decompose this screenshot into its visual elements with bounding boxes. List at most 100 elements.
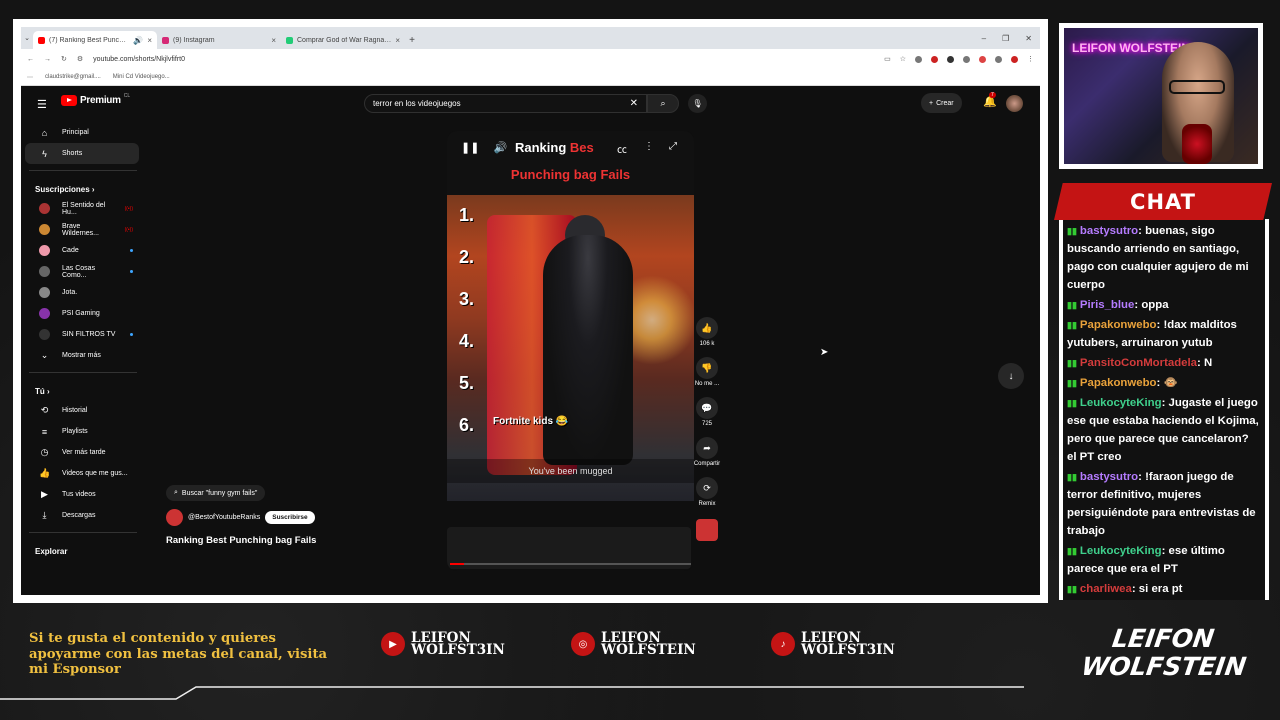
- restore-icon[interactable]: ❐: [1002, 34, 1009, 43]
- volume-icon[interactable]: 🔊: [493, 141, 507, 154]
- extension-icon[interactable]: [947, 55, 954, 63]
- sponsor-text: Si te gusta el contenido y quieres apoya…: [29, 631, 328, 677]
- reload-icon[interactable]: ↻: [61, 55, 67, 63]
- channel-avatar: [39, 224, 50, 235]
- webcam-feed: LEIFON WOLFSTEIN: [1064, 28, 1258, 164]
- site-info-icon[interactable]: ⚙: [77, 55, 83, 63]
- chat-username: bastysutro: [1079, 225, 1139, 237]
- channel-avatar: [39, 308, 50, 319]
- subscribe-button[interactable]: Suscribirse: [265, 511, 315, 524]
- sidebar-item-downloads[interactable]: ⤓ Descargas: [25, 505, 139, 526]
- chat-username: Piris_blue: [1079, 299, 1135, 311]
- menu-icon[interactable]: ⋮: [1027, 55, 1034, 63]
- like-button[interactable]: 👍 106 k: [696, 317, 718, 347]
- show-more-button[interactable]: ⌄ Mostrar más: [25, 345, 139, 366]
- extension-icon[interactable]: [931, 55, 938, 63]
- sidebar-item-subscription[interactable]: Cade: [25, 240, 139, 261]
- close-window-icon[interactable]: ✕: [1025, 34, 1032, 43]
- sidebar-item-subscription[interactable]: SIN FILTROS TV: [25, 324, 139, 345]
- avatar[interactable]: [1006, 95, 1023, 112]
- close-tab-icon[interactable]: ×: [147, 36, 152, 45]
- short-actions: 👍 106 k 👎 No me ... 💬 725 ➦ Compartir ⟳ Remix: [687, 317, 727, 541]
- pause-icon[interactable]: ❚❚: [461, 141, 479, 154]
- you-heading[interactable]: Tú ›: [21, 379, 145, 400]
- social-youtube: ▶ LEIFON WOLFST3IN: [381, 631, 505, 657]
- ranking-number: 3.: [459, 289, 475, 309]
- search-suggestion-pill[interactable]: ⌕ Buscar "funny gym fails": [166, 485, 266, 501]
- sidebar-item-like[interactable]: 👍 Videos que me gus...: [25, 463, 139, 484]
- channel-avatar[interactable]: [166, 509, 183, 526]
- speaker-icon[interactable]: 🔊: [133, 36, 143, 45]
- sidebar-item-my-videos[interactable]: ▶ Tus videos: [25, 484, 139, 505]
- audio-source-thumbnail[interactable]: [696, 519, 718, 541]
- hamburger-menu-icon[interactable]: ☰: [37, 98, 47, 111]
- create-button[interactable]: + Crear: [921, 93, 962, 113]
- divider: [29, 532, 137, 533]
- apps-icon[interactable]: ⋯: [27, 74, 33, 81]
- close-tab-icon[interactable]: ×: [395, 36, 400, 45]
- url-field[interactable]: youtube.com/shorts/Nkjlvfifrt0: [93, 56, 185, 63]
- channel-name[interactable]: @BestofYoutubeRanks: [188, 514, 260, 521]
- glasses-image: [1169, 80, 1225, 94]
- home-icon: ⌂: [41, 127, 48, 138]
- sidebar-item-subscription[interactable]: Jota.: [25, 282, 139, 303]
- progress-bar[interactable]: [450, 563, 691, 565]
- profile-icon[interactable]: [1011, 55, 1018, 63]
- remix-button[interactable]: ⟳ Remix: [696, 477, 718, 507]
- search-button[interactable]: ⌕: [647, 94, 679, 113]
- subscriptions-heading[interactable]: Suscripciones ›: [21, 177, 145, 198]
- sidebar-item-label: Principal: [62, 129, 89, 136]
- dislike-button[interactable]: 👎 No me ...: [695, 357, 719, 387]
- sidebar-item-subscription[interactable]: Las Cosas Como...: [25, 261, 139, 282]
- sidebar-item-label: Playlists: [62, 428, 88, 435]
- bookmark-mini[interactable]: Mini Cd Videojuego...: [113, 74, 170, 80]
- more-options-icon[interactable]: ⋮: [644, 141, 654, 152]
- sidebar-item-playlists[interactable]: ≡ Playlists: [25, 421, 139, 442]
- search-input[interactable]: terror en los videojuegos ✕: [364, 94, 647, 113]
- sidebar-item-subscription[interactable]: PSI Gaming: [25, 303, 139, 324]
- cast-icon[interactable]: ▭: [884, 55, 891, 63]
- voice-search-button[interactable]: 🎙: [688, 94, 707, 113]
- bookmark-gmail[interactable]: claudstrike@gmail....: [45, 74, 101, 80]
- sidebar-item-history[interactable]: ⟲ Historial: [25, 400, 139, 421]
- person-image: [543, 235, 633, 465]
- sidebar-item-principal[interactable]: ⌂ Principal: [25, 122, 139, 143]
- next-short-button[interactable]: ↓: [998, 363, 1024, 389]
- short-player[interactable]: Ranking Bes Punching bag Fails ❚❚ 🔊 ㏄ ⋮ …: [447, 131, 694, 571]
- webcam-frame: LEIFON WOLFSTEIN: [1059, 23, 1263, 169]
- share-button[interactable]: ➦ Compartir: [694, 437, 720, 467]
- extension-icon[interactable]: [995, 55, 1002, 63]
- minimize-icon[interactable]: –: [982, 34, 986, 43]
- clear-search-icon[interactable]: ✕: [630, 98, 638, 109]
- notifications-button[interactable]: 🔔 7: [983, 92, 997, 108]
- watch-later-icon: ◷: [40, 447, 49, 457]
- comments-button[interactable]: 💬 725: [696, 397, 718, 427]
- forward-icon[interactable]: →: [44, 56, 51, 63]
- sidebar-item-subscription[interactable]: El Sentido del Hu... ((•)): [25, 198, 139, 219]
- microphone-icon: 🎙: [692, 99, 703, 108]
- new-content-dot: [130, 270, 133, 273]
- gmail-extension-icon[interactable]: [979, 55, 986, 63]
- back-icon[interactable]: ←: [27, 56, 34, 63]
- sidebar-item-subscription[interactable]: Brave Wildernes... ((•)): [25, 219, 139, 240]
- bookmark-star-icon[interactable]: ☆: [900, 55, 906, 63]
- close-tab-icon[interactable]: ×: [271, 36, 276, 45]
- fullscreen-icon[interactable]: ⤢: [669, 141, 677, 152]
- chat-text: : oppa: [1134, 299, 1169, 311]
- extension-icon[interactable]: [963, 55, 970, 63]
- tab-search-icon[interactable]: ⌄: [21, 27, 33, 49]
- tab-youtube[interactable]: (7) Ranking Best Punching 🔊 ×: [33, 31, 157, 49]
- tab-instagram[interactable]: (9) Instagram ×: [157, 31, 281, 49]
- captions-icon[interactable]: ㏄: [617, 141, 627, 156]
- sidebar-item-watch-later[interactable]: ◷ Ver más tarde: [25, 442, 139, 463]
- extension-icon[interactable]: [915, 55, 922, 63]
- new-tab-button[interactable]: +: [405, 31, 419, 49]
- arrow-down-icon: ↓: [1008, 370, 1014, 382]
- youtube-premium-logo[interactable]: Premium CL: [61, 93, 130, 106]
- sidebar-item-shorts[interactable]: ϟ Shorts: [25, 143, 139, 164]
- chat-username: bastysutro: [1079, 471, 1139, 483]
- tab-store[interactable]: Comprar God of War Ragnarök ×: [281, 31, 405, 49]
- social-line2: WOLFSTEIN: [601, 642, 696, 658]
- chat-username: LeukocyteKing: [1079, 397, 1162, 409]
- video-title-overlay: Ranking Bes: [515, 140, 594, 155]
